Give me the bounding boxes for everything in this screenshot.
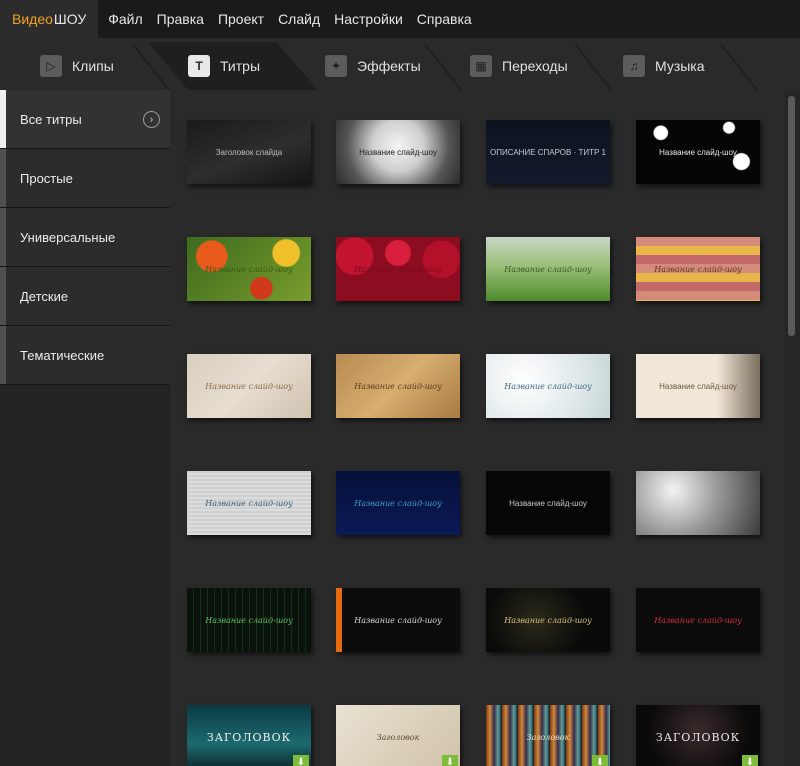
download-arrow-icon[interactable]: ⬇	[293, 755, 309, 766]
title-template-caption: Название слайд-шоу	[354, 381, 442, 391]
tab-label: Музыка	[655, 58, 705, 74]
title-template-caption: Название слайд-шоу	[205, 381, 293, 391]
title-template-thumbnail[interactable]: Название слайд-шоу	[336, 471, 460, 535]
tab-bar: ▷ Клипы T Титры ✦ Эффекты ▦ Переходы ♫ М…	[0, 38, 800, 90]
menu-help[interactable]: Справка	[417, 11, 472, 27]
title-template-caption: Название слайд-шоу	[205, 498, 293, 508]
brand-part2: ШОУ	[53, 11, 87, 27]
title-template-caption: Название слайд-шоу	[654, 615, 742, 625]
title-template-caption: Название слайд-шоу	[504, 264, 592, 274]
sidebar-item-universal[interactable]: Универсальные	[0, 208, 170, 267]
download-arrow-icon[interactable]: ⬇	[742, 755, 758, 766]
title-template-thumbnail[interactable]: Название слайд-шоу	[336, 354, 460, 418]
menu-bar: Видео ШОУ Файл Правка Проект Слайд Настро…	[0, 0, 800, 38]
tab-label: Переходы	[502, 58, 568, 74]
tab-clips[interactable]: ▷ Клипы	[40, 42, 114, 90]
tab-label: Клипы	[72, 58, 114, 74]
tab-transitions[interactable]: ▦ Переходы	[470, 42, 568, 90]
title-template-thumbnail[interactable]: Название слайд-шоу	[636, 120, 760, 184]
menu-slide[interactable]: Слайд	[278, 11, 320, 27]
download-arrow-icon[interactable]: ⬇	[442, 755, 458, 766]
title-template-caption: Название слайд-шоу	[359, 147, 437, 157]
title-template-caption: Название слайд-шоу	[504, 381, 592, 391]
tab-effects[interactable]: ✦ Эффекты	[325, 42, 421, 90]
tab-titles[interactable]: T Титры	[188, 42, 260, 90]
tab-label: Эффекты	[357, 58, 421, 74]
title-template-thumbnail[interactable]: Название слайд-шоу	[336, 237, 460, 301]
tab-music[interactable]: ♫ Музыка	[623, 42, 705, 90]
title-template-thumbnail[interactable]: Название слайд-шоу	[336, 120, 460, 184]
title-template-caption: Заголовок слайда	[215, 147, 283, 157]
title-template-thumbnail[interactable]: Название слайд-шоу	[187, 354, 311, 418]
sidebar-item-thematic[interactable]: Тематические	[0, 326, 170, 385]
sidebar-item-kids[interactable]: Детские	[0, 267, 170, 326]
title-template-thumbnail[interactable]: Название слайд-шоу	[187, 588, 311, 652]
tab-label: Титры	[220, 58, 261, 74]
title-template-caption: Название слайд-шоу	[654, 264, 742, 274]
brand-part1: Видео	[12, 11, 53, 27]
sidebar-item-label: Тематические	[20, 347, 105, 363]
tab-divider	[720, 44, 758, 90]
menu-settings[interactable]: Настройки	[334, 11, 403, 27]
title-template-thumbnail[interactable]: Название слайд-шоу	[486, 354, 610, 418]
title-template-caption: Название слайд-шоу	[504, 615, 592, 625]
play-icon: ▷	[40, 55, 62, 77]
title-template-thumbnail[interactable]: Название слайд-шоу	[486, 237, 610, 301]
title-template-caption: ОПИСАНИЕ СПАРОВ · ТИТР 1	[490, 147, 606, 157]
title-template-thumbnail[interactable]: Заголовок ⬇	[336, 705, 460, 766]
sidebar-item-label: Все титры	[20, 111, 82, 127]
title-template-thumbnail[interactable]: ОПИСАНИЕ СПАРОВ · ТИТР 1	[486, 120, 610, 184]
menu-file[interactable]: Файл	[108, 11, 142, 27]
clapperboard-icon: ▦	[470, 55, 492, 77]
title-template-thumbnail[interactable]: Название слайд-шоу	[636, 588, 760, 652]
tab-divider	[574, 44, 612, 90]
arrow-circle-right-icon[interactable]: ›	[143, 111, 160, 128]
sidebar-item-simple[interactable]: Простые	[0, 149, 170, 208]
sidebar-item-label: Детские	[20, 288, 69, 304]
title-template-thumbnail[interactable]: ЗАГОЛОВОК ⬇	[636, 705, 760, 766]
title-template-caption: Название слайд-шоу	[354, 615, 442, 625]
sidebar-item-all-titles[interactable]: Все титры ›	[0, 90, 170, 149]
title-template-thumbnail[interactable]: Заголовок ⬇	[486, 705, 610, 766]
title-template-caption: Название слайд-шоу	[659, 147, 737, 157]
title-template-caption: Название слайд-шоу	[354, 264, 442, 274]
title-template-thumbnail[interactable]: Название слайд-шоу	[187, 237, 311, 301]
title-template-caption: Название слайд-шоу	[509, 498, 587, 508]
tab-divider	[424, 44, 462, 90]
menu-edit[interactable]: Правка	[157, 11, 204, 27]
title-template-thumbnail[interactable]: Название слайд-шоу	[636, 354, 760, 418]
title-template-caption: Название слайд-шоу	[354, 498, 442, 508]
title-template-thumbnail[interactable]: ЗАГОЛОВОК ⬇	[187, 705, 311, 766]
download-arrow-icon[interactable]: ⬇	[592, 755, 608, 766]
menu-project[interactable]: Проект	[218, 11, 264, 27]
title-template-thumbnail[interactable]	[636, 471, 760, 535]
text-icon: T	[188, 55, 210, 77]
sidebar-item-label: Простые	[20, 170, 73, 186]
title-template-thumbnail[interactable]: Название слайд-шоу	[187, 471, 311, 535]
title-template-thumbnail[interactable]: Название слайд-шоу	[336, 588, 460, 652]
title-template-caption: Название слайд-шоу	[659, 381, 737, 391]
title-template-caption: Название слайд-шоу	[205, 615, 293, 625]
title-template-caption: Название слайд-шоу	[205, 264, 293, 274]
magic-wand-icon: ✦	[325, 55, 347, 77]
titles-grid: Заголовок слайда Название слайд-шоу ОПИСАН…	[170, 90, 785, 766]
title-template-thumbnail[interactable]: Название слайд-шоу	[486, 588, 610, 652]
app-logo: Видео ШОУ	[0, 0, 99, 38]
category-sidebar: Все титры › Простые Универсальные Детски…	[0, 90, 170, 766]
sidebar-item-label: Универсальные	[20, 229, 116, 245]
title-template-thumbnail[interactable]: Заголовок слайда	[187, 120, 311, 184]
title-template-caption	[636, 471, 760, 535]
title-template-thumbnail[interactable]: Название слайд-шоу	[636, 237, 760, 301]
scrollbar-thumb[interactable]	[788, 96, 795, 336]
music-note-icon: ♫	[623, 55, 645, 77]
title-template-thumbnail[interactable]: Название слайд-шоу	[486, 471, 610, 535]
